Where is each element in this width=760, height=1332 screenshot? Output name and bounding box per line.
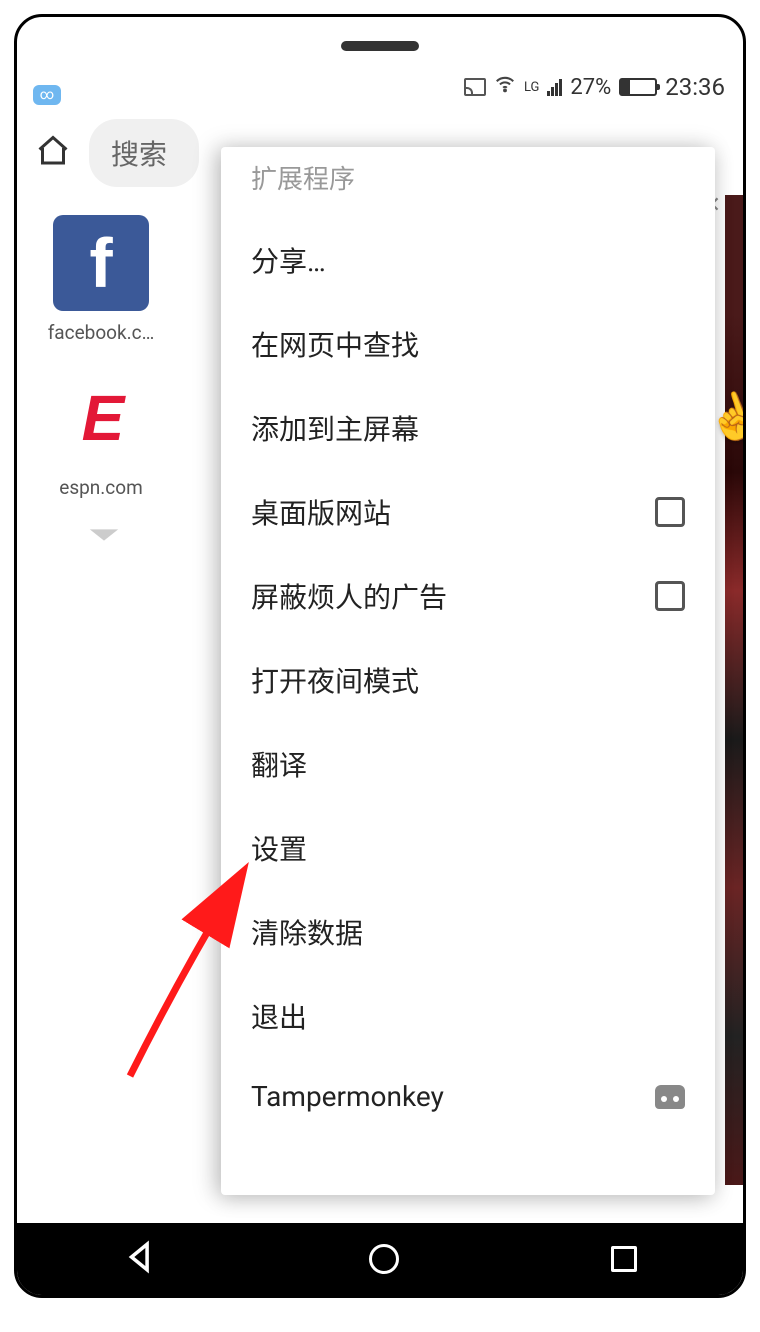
status-icons: LG 27% 23:36	[464, 73, 725, 101]
menu-item-add-to-home[interactable]: 添加到主屏幕	[221, 386, 715, 470]
status-bar: LG 27% 23:36	[17, 65, 743, 105]
shortcut-espn[interactable]: E espn.com	[31, 370, 171, 499]
cast-icon	[464, 78, 486, 96]
menu-label: 分享…	[251, 240, 326, 280]
nav-home-button[interactable]	[369, 1244, 399, 1274]
desktop-site-checkbox[interactable]	[655, 497, 685, 527]
menu-item-extensions[interactable]: 扩展程序	[221, 155, 715, 218]
menu-item-settings[interactable]: 设置	[221, 806, 715, 890]
phone-speaker	[341, 41, 419, 51]
menu-item-share[interactable]: 分享…	[221, 218, 715, 302]
home-icon[interactable]	[35, 133, 71, 173]
menu-item-clear-data[interactable]: 清除数据	[221, 890, 715, 974]
menu-label: 扩展程序	[251, 159, 355, 196]
signal-bars-icon	[547, 78, 562, 96]
phone-frame: ∞ LG 27% 23:36 搜索 ✕ f facebook.c… E	[14, 14, 746, 1298]
tampermonkey-icon	[655, 1085, 685, 1109]
menu-label: 添加到主屏幕	[251, 408, 419, 448]
menu-item-quit[interactable]: 退出	[221, 974, 715, 1058]
battery-percentage: 27%	[570, 75, 611, 100]
nav-recents-button[interactable]	[611, 1246, 637, 1272]
shortcut-facebook[interactable]: f facebook.c…	[31, 215, 171, 344]
android-nav-bar	[17, 1223, 743, 1295]
search-input[interactable]: 搜索	[89, 119, 199, 187]
menu-item-find-in-page[interactable]: 在网页中查找	[221, 302, 715, 386]
shortcut-label: espn.com	[59, 476, 143, 499]
menu-item-night-mode[interactable]: 打开夜间模式	[221, 638, 715, 722]
facebook-icon: f	[53, 215, 149, 311]
clock: 23:36	[665, 73, 725, 101]
menu-label: 在网页中查找	[251, 324, 419, 364]
menu-label: 设置	[251, 828, 307, 868]
overflow-menu: 扩展程序 分享… 在网页中查找 添加到主屏幕 桌面版网站 屏蔽烦人的广告 打开夜…	[221, 147, 715, 1195]
menu-item-block-ads[interactable]: 屏蔽烦人的广告	[221, 554, 715, 638]
menu-label: 打开夜间模式	[251, 660, 419, 700]
menu-item-tampermonkey[interactable]: Tampermonkey	[221, 1058, 715, 1135]
menu-label: 桌面版网站	[251, 492, 391, 532]
menu-label: 翻译	[251, 744, 307, 784]
background-content	[725, 195, 743, 1185]
battery-icon	[619, 78, 657, 96]
nav-back-button[interactable]	[123, 1240, 157, 1278]
shortcut-label: facebook.c…	[48, 321, 155, 344]
menu-label: Tampermonkey	[251, 1080, 444, 1113]
cloud-sync-icon[interactable]: ∞	[33, 85, 61, 105]
search-placeholder: 搜索	[111, 138, 167, 171]
block-ads-checkbox[interactable]	[655, 581, 685, 611]
signal-label: LG	[524, 80, 539, 95]
wifi-icon	[494, 73, 516, 101]
menu-label: 清除数据	[251, 912, 363, 952]
menu-item-desktop-site[interactable]: 桌面版网站	[221, 470, 715, 554]
espn-icon: E	[53, 370, 149, 466]
menu-label: 屏蔽烦人的广告	[251, 576, 447, 616]
menu-item-translate[interactable]: 翻译	[221, 722, 715, 806]
menu-label: 退出	[251, 996, 307, 1036]
